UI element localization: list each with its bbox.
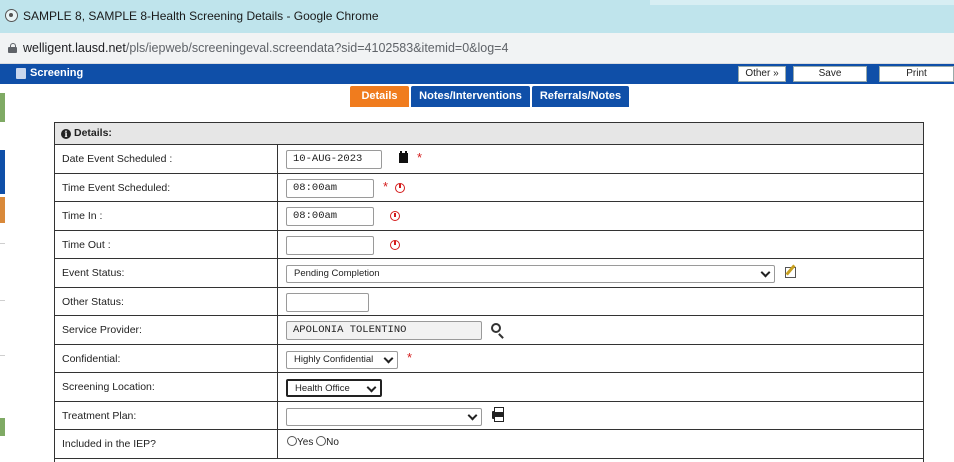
edit-icon[interactable] bbox=[785, 267, 796, 278]
form-row-included-in-iep: Included in the IEP? Yes No bbox=[55, 430, 923, 459]
left-gutter-marker bbox=[0, 93, 5, 122]
address-bar[interactable]: welligent.lausd.net/pls/iepweb/screening… bbox=[0, 33, 954, 64]
required-mark: * bbox=[383, 178, 389, 194]
app-title: Screening bbox=[30, 67, 84, 79]
browser-title-bar: SAMPLE 8, SAMPLE 8-Health Screening Deta… bbox=[0, 0, 954, 33]
iep-no-radio[interactable] bbox=[316, 436, 327, 446]
print-button[interactable]: Print bbox=[879, 66, 954, 82]
chrome-page-icon bbox=[5, 9, 18, 22]
form-row-screening-location: Screening Location: Health Office bbox=[55, 373, 923, 402]
panel-heading-text: Details: bbox=[74, 127, 112, 139]
details-panel: i Details: Date Event Scheduled : 10-AUG-… bbox=[54, 122, 924, 462]
iep-yes-label: Yes bbox=[297, 437, 314, 448]
url-host: welligent.lausd.net bbox=[23, 41, 126, 55]
chevron-down-icon bbox=[366, 382, 377, 393]
time-in-label: Time In : bbox=[55, 202, 278, 230]
left-gutter-line bbox=[0, 300, 5, 301]
save-button[interactable]: Save bbox=[793, 66, 867, 82]
clock-icon[interactable] bbox=[390, 211, 400, 221]
title-bar-strip bbox=[650, 0, 954, 5]
info-icon: i bbox=[61, 129, 71, 139]
screening-location-select[interactable]: Health Office bbox=[286, 379, 382, 397]
form-row-other-status: Other Status: bbox=[55, 287, 923, 316]
event-status-value: Pending Completion bbox=[294, 268, 380, 279]
chevron-down-icon bbox=[467, 410, 478, 420]
left-gutter-marker bbox=[0, 150, 5, 194]
date-event-scheduled-input[interactable]: 10-AUG-2023 bbox=[286, 150, 382, 169]
left-gutter-marker bbox=[0, 197, 5, 223]
form-row-confidential: Confidential: Highly Confidential * bbox=[55, 344, 923, 373]
print-icon[interactable] bbox=[492, 406, 504, 422]
required-mark: * bbox=[417, 150, 423, 165]
calendar-icon[interactable] bbox=[399, 151, 408, 163]
panel-heading: i Details: bbox=[55, 123, 923, 145]
time-event-scheduled-input[interactable]: 08:00am bbox=[286, 178, 374, 198]
left-gutter-line bbox=[0, 355, 5, 356]
form-row-service-provider: Service Provider: APOLONIA TOLENTINO bbox=[55, 316, 923, 345]
form-row-date-event-scheduled: Date Event Scheduled : 10-AUG-2023 * bbox=[55, 145, 923, 174]
time-out-label: Time Out : bbox=[55, 230, 278, 258]
clock-icon[interactable] bbox=[395, 182, 405, 193]
confidential-select[interactable]: Highly Confidential bbox=[286, 350, 398, 369]
required-mark: * bbox=[407, 349, 413, 365]
included-in-iep-radios: Yes No bbox=[287, 436, 339, 448]
iep-yes-radio[interactable] bbox=[287, 436, 297, 446]
form-row-time-out: Time Out : bbox=[55, 230, 923, 259]
treatment-plan-select[interactable] bbox=[286, 407, 482, 426]
screening-app-icon bbox=[16, 68, 26, 79]
time-in-input[interactable]: 08:00am bbox=[286, 207, 374, 226]
time-out-input[interactable] bbox=[286, 235, 374, 255]
tab-details[interactable]: Details bbox=[350, 86, 409, 107]
other-status-input[interactable] bbox=[286, 292, 369, 312]
window-title: SAMPLE 8, SAMPLE 8-Health Screening Deta… bbox=[23, 9, 379, 23]
lock-icon[interactable] bbox=[8, 43, 17, 53]
search-icon[interactable] bbox=[491, 323, 501, 333]
tab-notes-interventions[interactable]: Notes/Interventions bbox=[411, 86, 530, 107]
chevron-down-icon bbox=[383, 353, 394, 363]
left-gutter-line bbox=[0, 243, 5, 244]
event-status-select[interactable]: Pending Completion bbox=[286, 265, 775, 283]
other-button[interactable]: Other » bbox=[738, 66, 786, 82]
date-event-scheduled-label: Date Event Scheduled : bbox=[55, 145, 278, 173]
form-row-treatment-plan: Treatment Plan: bbox=[55, 401, 923, 430]
confidential-label: Confidential: bbox=[55, 344, 278, 372]
time-event-scheduled-label: Time Event Scheduled: bbox=[55, 173, 278, 201]
confidential-value: Highly Confidential bbox=[294, 353, 374, 365]
screening-location-label: Screening Location: bbox=[55, 373, 278, 401]
included-in-iep-label: Included in the IEP? bbox=[55, 430, 278, 458]
event-status-label: Event Status: bbox=[55, 259, 278, 287]
clock-icon[interactable] bbox=[390, 239, 400, 250]
service-provider-label: Service Provider: bbox=[55, 316, 278, 344]
screening-location-value: Health Office bbox=[295, 383, 350, 394]
app-header: Screening Other » Save Print bbox=[0, 64, 954, 84]
tab-referrals-notes[interactable]: Referrals/Notes bbox=[532, 86, 629, 107]
chevron-down-icon bbox=[760, 267, 771, 278]
service-provider-input[interactable]: APOLONIA TOLENTINO bbox=[286, 321, 482, 340]
url-text[interactable]: welligent.lausd.net/pls/iepweb/screening… bbox=[23, 41, 508, 55]
treatment-plan-label: Treatment Plan: bbox=[55, 401, 278, 429]
iep-no-label: No bbox=[326, 437, 339, 448]
url-path: /pls/iepweb/screeningeval.screendata?sid… bbox=[125, 41, 509, 55]
form-row-time-event-scheduled: Time Event Scheduled: 08:00am * bbox=[55, 173, 923, 202]
form-row-time-in: Time In : 08:00am bbox=[55, 202, 923, 231]
left-gutter-marker bbox=[0, 418, 5, 436]
form-row-event-status: Event Status: Pending Completion bbox=[55, 259, 923, 288]
other-status-label: Other Status: bbox=[55, 287, 278, 315]
